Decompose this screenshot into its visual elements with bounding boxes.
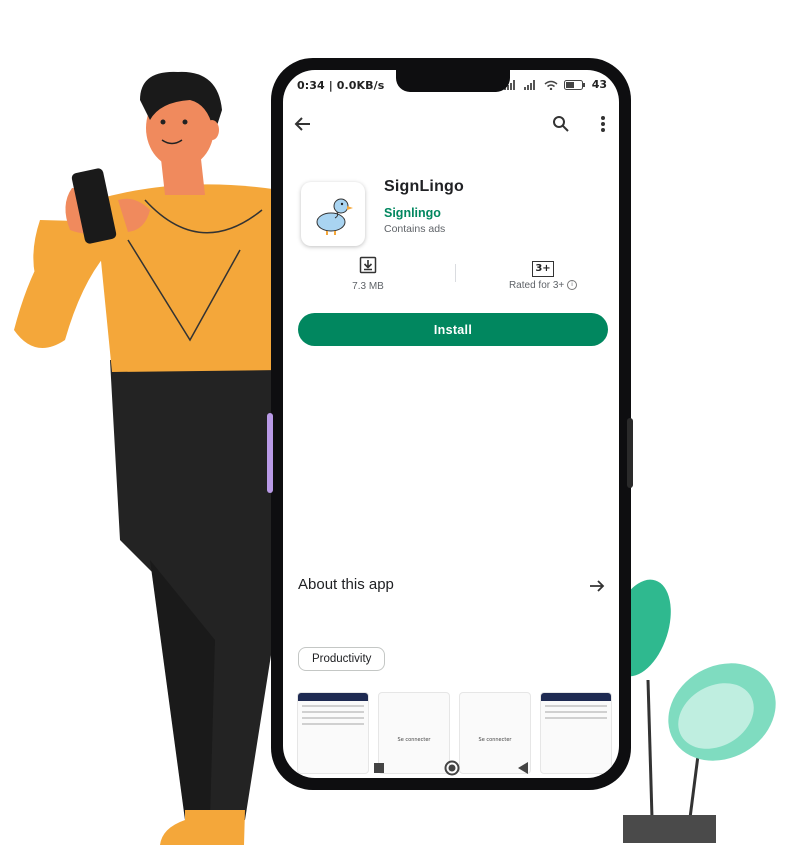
screenshot-line — [545, 705, 607, 707]
screenshot-header — [541, 693, 611, 701]
size-label: 7.3 MB — [352, 281, 384, 292]
more-options-button[interactable] — [591, 110, 615, 138]
arrow-left-icon — [294, 117, 310, 131]
category-chip[interactable]: Productivity — [298, 647, 386, 671]
circle-icon — [444, 760, 460, 776]
triangle-left-icon — [518, 762, 528, 774]
search-button[interactable] — [547, 110, 575, 138]
phone-side-button — [267, 413, 273, 493]
rating-label: Rated for 3+ i — [468, 280, 618, 291]
phone-side-button-right — [627, 418, 633, 488]
screenshot-line — [302, 717, 364, 719]
screenshot-line — [302, 705, 364, 707]
phone-frame: 0:34 | 0.0KB/s 43 SignLingo Signlingo Co… — [267, 58, 633, 790]
download-icon — [359, 256, 377, 274]
screenshot-line — [302, 723, 364, 725]
app-name: SignLingo — [384, 178, 465, 195]
install-button[interactable]: Install — [298, 313, 608, 346]
about-arrow-button[interactable] — [585, 574, 609, 598]
screenshot-caption: Se connecter — [397, 737, 431, 743]
more-vert-icon — [601, 116, 605, 132]
status-time: 0:34 | 0.0KB/s — [297, 79, 385, 92]
home-button[interactable] — [443, 759, 461, 777]
arrow-right-icon — [590, 580, 605, 592]
wifi-icon — [544, 80, 558, 90]
recents-button[interactable] — [371, 760, 387, 776]
illustration-stage: 0:34 | 0.0KB/s 43 SignLingo Signlingo Co… — [0, 0, 801, 845]
stats-divider — [455, 264, 456, 282]
square-icon — [374, 763, 384, 773]
screenshot-caption: Se connecter — [478, 737, 512, 743]
rating-badge-text: 3+ — [535, 263, 551, 274]
screenshot-line — [545, 717, 607, 719]
status-icons: 43 — [503, 78, 607, 91]
back-button[interactable] — [289, 110, 317, 138]
back-nav-button[interactable] — [515, 760, 531, 776]
rating-label-text: Rated for 3+ — [508, 280, 565, 291]
phone-notch — [396, 70, 510, 92]
app-icon — [301, 182, 365, 246]
battery-level: 43 — [591, 78, 607, 91]
developer-link[interactable]: Signlingo — [384, 206, 441, 220]
ads-note: Contains ads — [384, 223, 446, 235]
person-illustration — [14, 71, 286, 845]
screenshot-line — [302, 711, 364, 713]
info-icon: i — [567, 280, 578, 291]
about-title: About this app — [298, 576, 394, 593]
battery-icon — [563, 79, 585, 90]
app-bar — [283, 104, 619, 144]
duck-icon — [316, 198, 353, 235]
stat-size: 7.3 MB — [293, 256, 443, 292]
system-nav-bar — [283, 758, 619, 778]
rating-badge: 3+ — [532, 261, 554, 277]
search-icon — [553, 116, 569, 132]
screenshot-header — [298, 693, 368, 701]
stat-rating[interactable]: 3+ Rated for 3+ i — [468, 256, 618, 291]
signal-icon-2 — [523, 79, 535, 90]
phone-screen: 0:34 | 0.0KB/s 43 SignLingo Signlingo Co… — [283, 70, 619, 778]
screenshot-line — [545, 711, 607, 713]
